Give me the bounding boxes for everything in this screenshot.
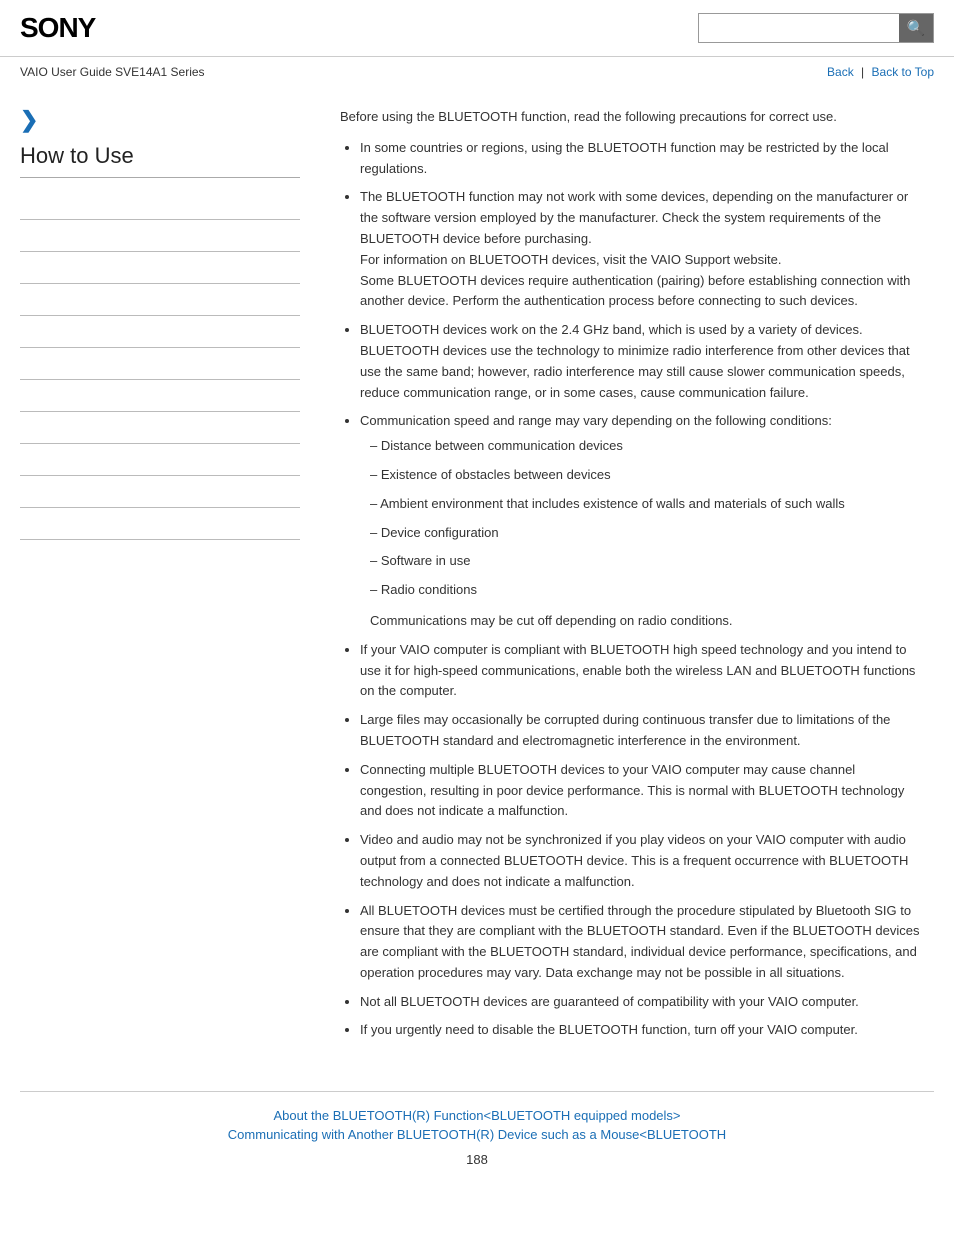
- page-number: 188: [20, 1152, 934, 1167]
- list-item: Not all BLUETOOTH devices are guaranteed…: [360, 992, 924, 1013]
- footer-links: About the BLUETOOTH(R) Function<BLUETOOT…: [20, 1108, 934, 1142]
- nav-separator: |: [861, 65, 864, 79]
- list-item[interactable]: [20, 508, 300, 540]
- list-item[interactable]: [20, 412, 300, 444]
- sub-list-item: Ambient environment that includes existe…: [370, 494, 924, 515]
- back-link[interactable]: Back: [827, 65, 854, 79]
- sub-list-item: Existence of obstacles between devices: [370, 465, 924, 486]
- intro-text: Before using the BLUETOOTH function, rea…: [340, 107, 924, 128]
- list-item[interactable]: [20, 444, 300, 476]
- sony-logo: SONY: [20, 12, 95, 44]
- search-area: 🔍: [698, 13, 934, 43]
- sub-list: Distance between communication devices E…: [370, 436, 924, 601]
- list-item: Large files may occasionally be corrupte…: [360, 710, 924, 752]
- sidebar-title: How to Use: [20, 143, 300, 178]
- content-area: Before using the BLUETOOTH function, rea…: [320, 87, 934, 1071]
- list-item: Video and audio may not be synchronized …: [360, 830, 924, 892]
- list-item[interactable]: [20, 220, 300, 252]
- list-item[interactable]: [20, 252, 300, 284]
- list-item[interactable]: [20, 348, 300, 380]
- list-item: Connecting multiple BLUETOOTH devices to…: [360, 760, 924, 822]
- sub-list-item: Distance between communication devices: [370, 436, 924, 457]
- header: SONY 🔍: [0, 0, 954, 57]
- bullet-text-2: The BLUETOOTH function may not work with…: [360, 189, 910, 308]
- list-item[interactable]: [20, 188, 300, 220]
- list-item: Communication speed and range may vary d…: [360, 411, 924, 631]
- list-item: If you urgently need to disable the BLUE…: [360, 1020, 924, 1041]
- back-to-top-link[interactable]: Back to Top: [872, 65, 934, 79]
- sidebar-menu: [20, 188, 300, 540]
- sub-note: Communications may be cut off depending …: [370, 611, 924, 632]
- list-item: All BLUETOOTH devices must be certified …: [360, 901, 924, 984]
- breadcrumb: VAIO User Guide SVE14A1 Series: [20, 65, 205, 79]
- main-content: ❯ How to Use Before using the BLUETOOTH …: [0, 87, 954, 1071]
- list-item: BLUETOOTH devices work on the 2.4 GHz ba…: [360, 320, 924, 403]
- list-item: In some countries or regions, using the …: [360, 138, 924, 180]
- list-item[interactable]: [20, 380, 300, 412]
- list-item: The BLUETOOTH function may not work with…: [360, 187, 924, 312]
- list-item[interactable]: [20, 316, 300, 348]
- search-icon: 🔍: [907, 19, 926, 37]
- list-item[interactable]: [20, 476, 300, 508]
- bullet-list: In some countries or regions, using the …: [360, 138, 924, 1041]
- sub-list-item: Radio conditions: [370, 580, 924, 601]
- nav-bar: VAIO User Guide SVE14A1 Series Back | Ba…: [0, 57, 954, 87]
- sidebar-arrow[interactable]: ❯: [20, 107, 300, 133]
- list-item: If your VAIO computer is compliant with …: [360, 640, 924, 702]
- sub-list-item: Software in use: [370, 551, 924, 572]
- search-button[interactable]: 🔍: [899, 14, 933, 42]
- nav-links: Back | Back to Top: [827, 65, 934, 79]
- sub-list-item: Device configuration: [370, 523, 924, 544]
- sidebar: ❯ How to Use: [20, 87, 320, 1071]
- footer: About the BLUETOOTH(R) Function<BLUETOOT…: [20, 1091, 934, 1177]
- bullet-text-4: Communication speed and range may vary d…: [360, 413, 832, 428]
- search-input[interactable]: [699, 14, 899, 42]
- footer-link-2[interactable]: Communicating with Another BLUETOOTH(R) …: [20, 1127, 934, 1142]
- footer-link-1[interactable]: About the BLUETOOTH(R) Function<BLUETOOT…: [20, 1108, 934, 1123]
- list-item[interactable]: [20, 284, 300, 316]
